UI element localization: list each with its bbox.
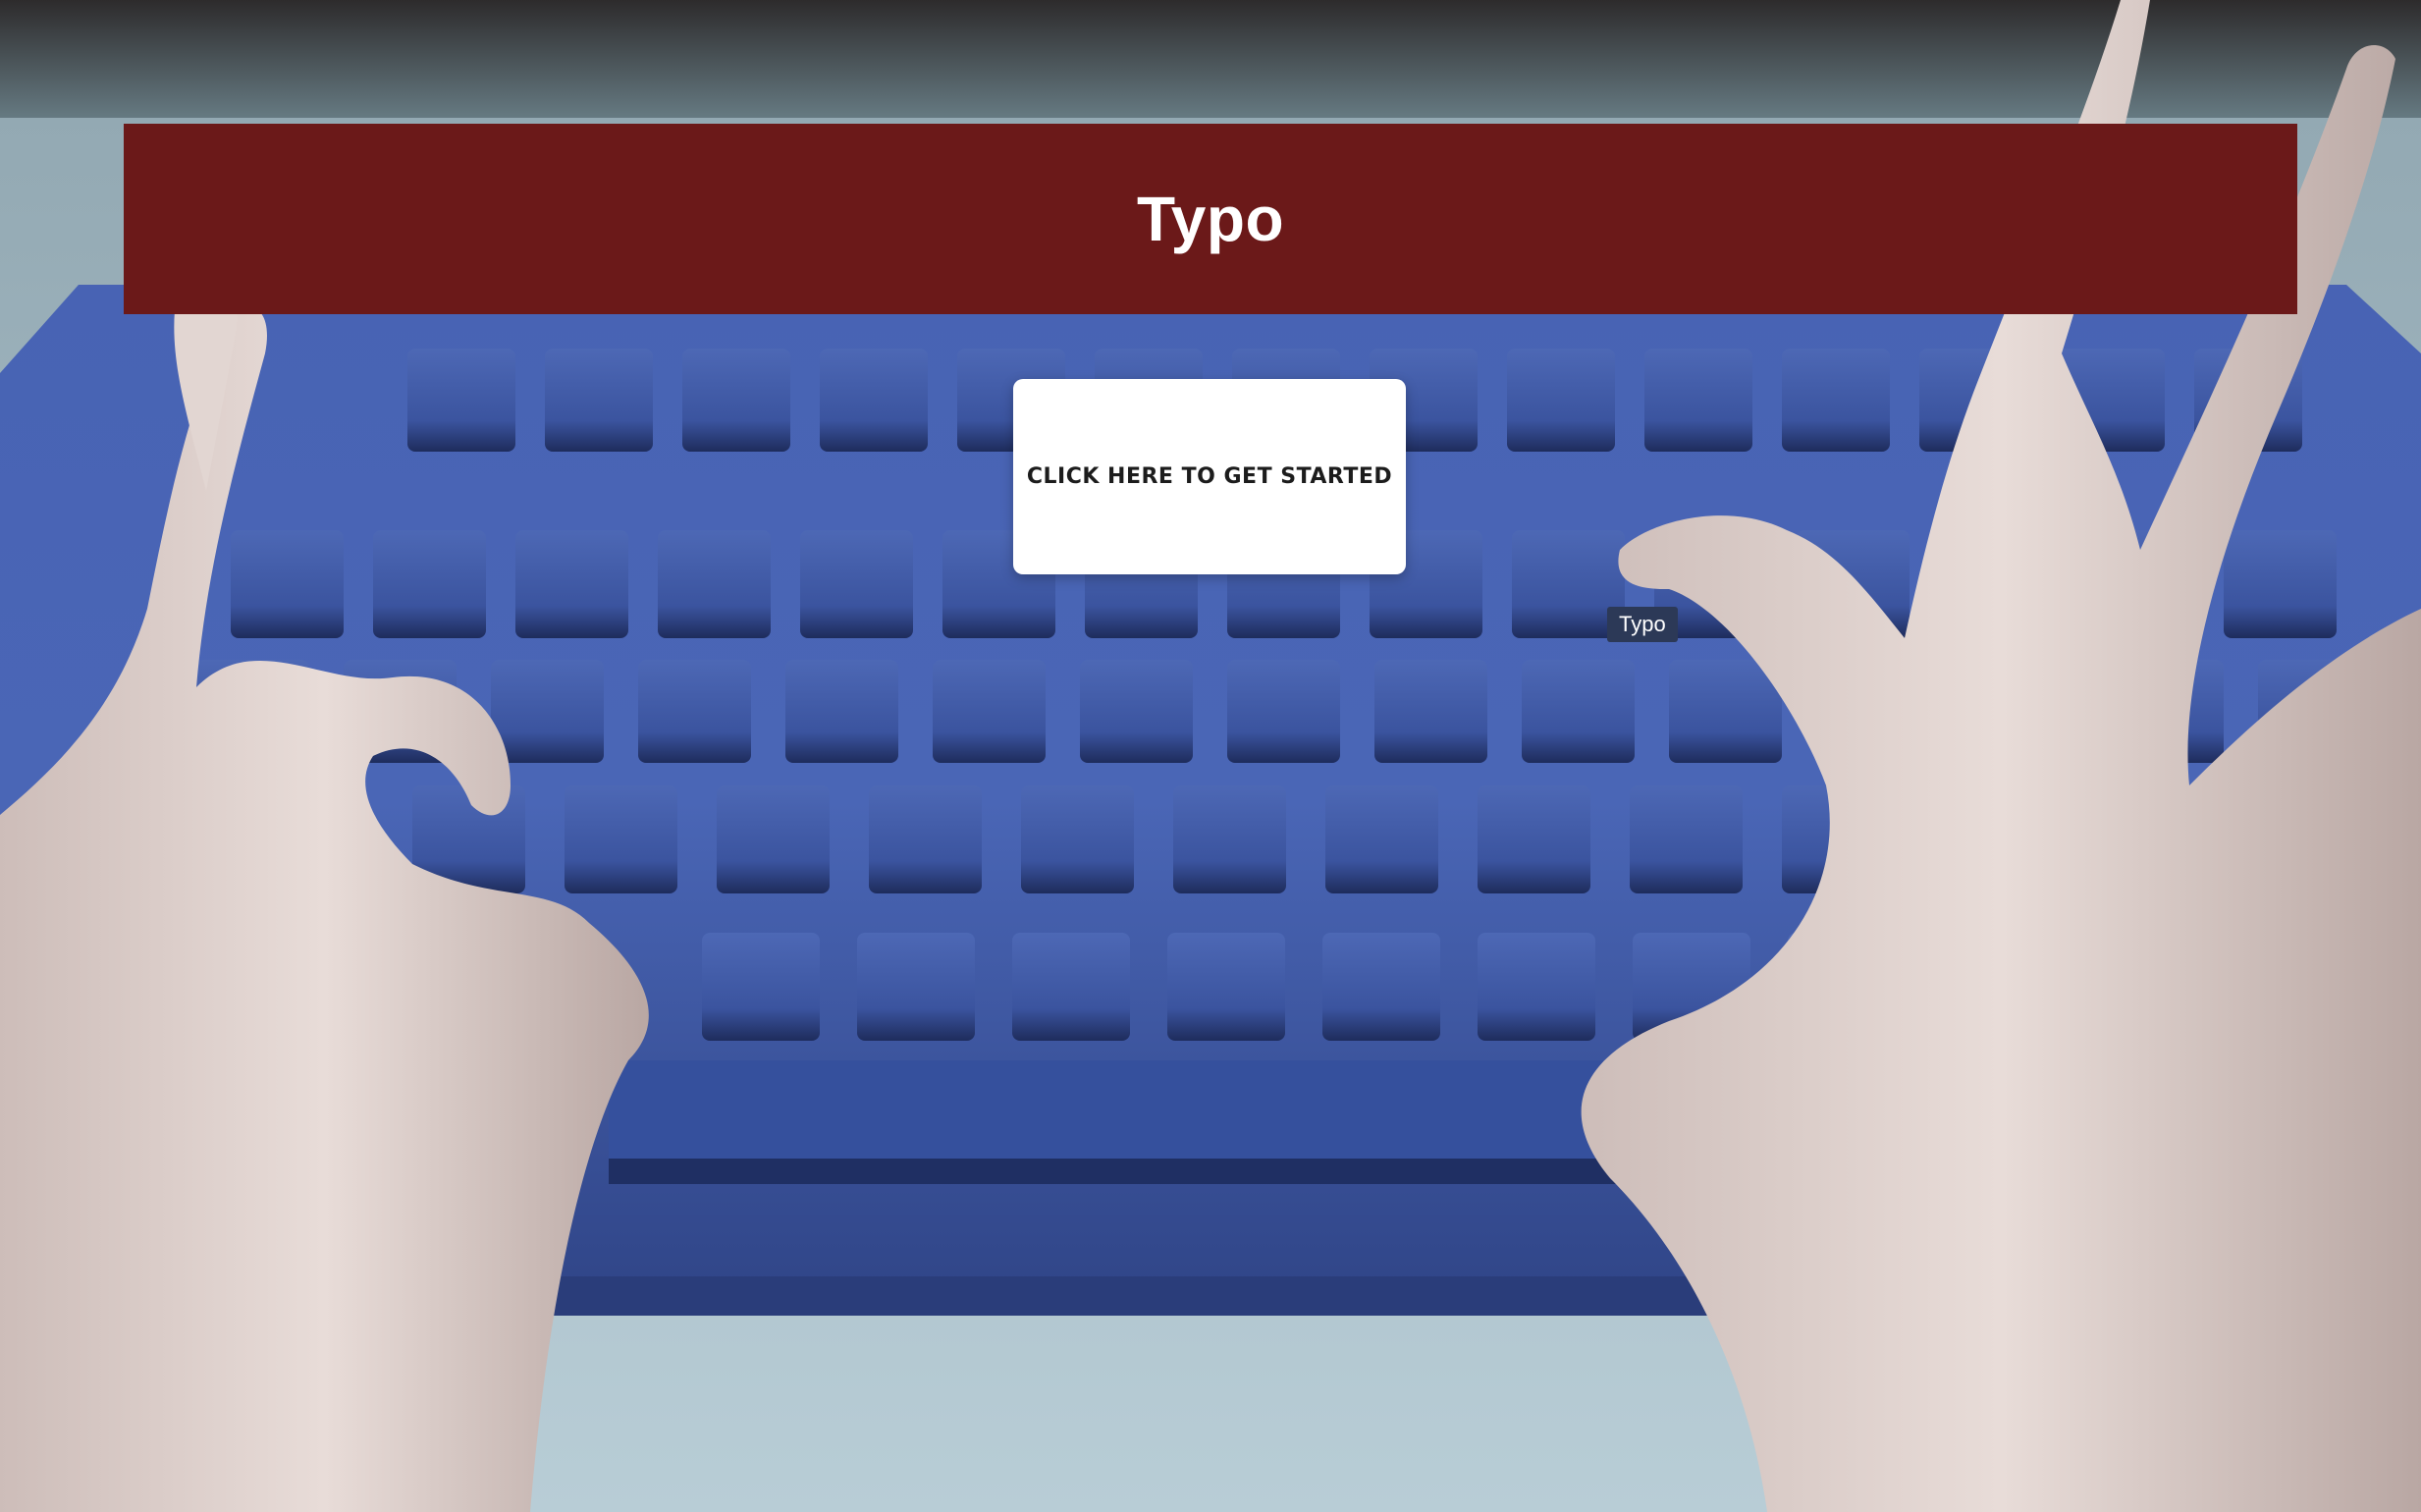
keyboard-key	[1374, 660, 1487, 763]
keyboard-key	[1167, 933, 1285, 1041]
keyboard-key	[717, 785, 830, 893]
keyboard-key	[565, 785, 677, 893]
keyboard-key	[869, 785, 982, 893]
keyboard-key	[702, 933, 820, 1041]
keyboard-key	[800, 530, 913, 638]
keyboard-key	[1630, 785, 1743, 893]
get-started-button[interactable]: CLICK HERE TO GET STARTED	[1013, 379, 1406, 574]
keyboard-key	[1012, 933, 1130, 1041]
get-started-button-label: CLICK HERE TO GET STARTED	[1026, 464, 1393, 489]
keyboard-key	[1478, 933, 1595, 1041]
keyboard-key	[820, 349, 928, 452]
keyboard-key	[515, 530, 628, 638]
keyboard-key	[1325, 785, 1438, 893]
keyboard-key	[1669, 660, 1782, 763]
keyboard-key	[785, 660, 898, 763]
title-banner: Typo	[124, 124, 2297, 314]
keyboard-key	[2224, 530, 2337, 638]
keyboard-key	[407, 349, 515, 452]
keyboard-key	[1021, 785, 1134, 893]
keyboard-key	[231, 530, 344, 638]
keyboard-key	[1478, 785, 1590, 893]
keyboard-key	[933, 660, 1046, 763]
tooltip: Typo	[1607, 607, 1678, 642]
keyboard-key	[1080, 660, 1193, 763]
keyboard-key	[1322, 933, 1440, 1041]
keyboard-key	[1522, 660, 1635, 763]
keyboard-key	[1644, 349, 1752, 452]
keyboard-key	[1173, 785, 1286, 893]
landing-page: Typo CLICK HERE TO GET STARTED Typo	[0, 0, 2421, 1512]
keyboard-key	[857, 933, 975, 1041]
keyboard-key	[491, 660, 604, 763]
keyboard-key	[1227, 660, 1340, 763]
keyboard-key	[658, 530, 771, 638]
keyboard-key	[545, 349, 653, 452]
keyboard-key	[373, 530, 486, 638]
keyboard-key	[682, 349, 790, 452]
keyboard-key	[638, 660, 751, 763]
keyboard-key	[1507, 349, 1615, 452]
keyboard-key	[1782, 349, 1890, 452]
page-title: Typo	[1136, 184, 1285, 254]
